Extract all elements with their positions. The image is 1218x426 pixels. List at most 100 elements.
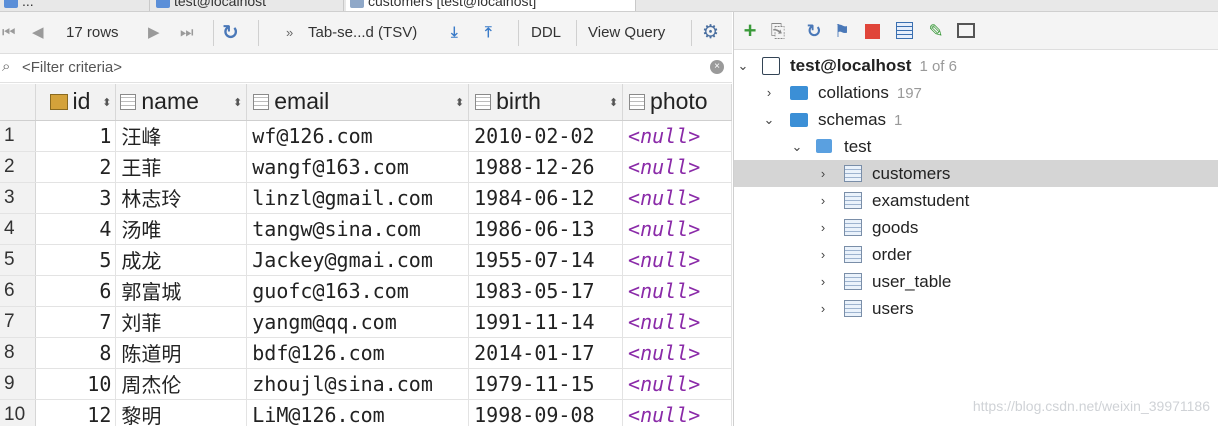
chevron-right-icon[interactable]: › <box>816 187 830 214</box>
cell-birth[interactable]: 1998-09-08 <box>468 399 624 426</box>
cell-email[interactable]: wf@126.com <box>246 120 470 152</box>
cell-id[interactable]: 8 <box>35 337 117 369</box>
cell-birth[interactable]: 2010-02-02 <box>468 120 624 152</box>
cell-id[interactable]: 3 <box>35 182 117 214</box>
refresh-icon[interactable]: ↻ <box>804 21 824 41</box>
tree-item-table[interactable]: › customers <box>734 160 1218 187</box>
cell-id[interactable]: 6 <box>35 275 117 307</box>
filter-input[interactable]: <Filter criteria> <box>22 59 122 76</box>
cell-email[interactable]: tangw@sina.com <box>246 213 470 245</box>
cell-email[interactable]: linzl@gmail.com <box>246 182 470 214</box>
table-row[interactable]: 7 7 刘菲 yangm@qq.com 1991-11-14 <null> <box>0 306 732 338</box>
cell-birth[interactable]: 1955-07-14 <box>468 244 624 276</box>
cell-photo[interactable]: <null> <box>622 399 732 426</box>
first-page-icon[interactable]: ⏮ <box>2 21 16 45</box>
column-header-email[interactable]: email ⬍ <box>246 84 470 121</box>
cell-id[interactable]: 1 <box>35 120 117 152</box>
cell-name[interactable]: 刘菲 <box>115 306 248 338</box>
table-row[interactable]: 1 1 汪峰 wf@126.com 2010-02-02 <null> <box>0 120 732 152</box>
clear-filter-icon[interactable]: × <box>710 60 724 74</box>
export-format-select[interactable]: Tab-se...d (TSV) <box>308 21 417 45</box>
schema-settings-icon[interactable]: ⚑ <box>832 21 852 41</box>
tree-item-schema-test[interactable]: ⌄ test <box>734 133 1218 160</box>
row-count[interactable]: 17 rows <box>66 21 119 45</box>
editor-tab[interactable]: test@localhost <box>152 0 344 11</box>
column-header-photo[interactable]: photo <box>622 84 732 121</box>
edit-icon[interactable]: ✎ <box>926 21 946 41</box>
add-icon[interactable]: + <box>740 20 760 42</box>
tree-item-table[interactable]: › goods <box>734 214 1218 241</box>
cell-id[interactable]: 7 <box>35 306 117 338</box>
cell-email[interactable]: LiM@126.com <box>246 399 470 426</box>
cell-photo[interactable]: <null> <box>622 306 732 338</box>
chevron-down-icon[interactable]: ⌄ <box>736 52 750 79</box>
table-row[interactable]: 8 8 陈道明 bdf@126.com 2014-01-17 <null> <box>0 337 732 369</box>
cell-email[interactable]: guofc@163.com <box>246 275 470 307</box>
stop-icon[interactable] <box>862 21 882 41</box>
cell-email[interactable]: yangm@qq.com <box>246 306 470 338</box>
cell-photo[interactable]: <null> <box>622 151 732 183</box>
chevron-down-icon[interactable]: ⌄ <box>762 106 776 133</box>
chevron-right-icon[interactable]: › <box>816 241 830 268</box>
tree-item-table[interactable]: › order <box>734 241 1218 268</box>
table-row[interactable]: 6 6 郭富城 guofc@163.com 1983-05-17 <null> <box>0 275 732 307</box>
column-header-id[interactable]: id ⬍ <box>35 84 117 121</box>
cell-photo[interactable]: <null> <box>622 213 732 245</box>
cell-photo[interactable]: <null> <box>622 368 732 400</box>
cell-photo[interactable]: <null> <box>622 120 732 152</box>
cell-name[interactable]: 林志玲 <box>115 182 248 214</box>
sort-icon[interactable]: ⬍ <box>233 96 242 109</box>
cell-photo[interactable]: <null> <box>622 337 732 369</box>
chevron-right-icon[interactable]: › <box>816 214 830 241</box>
tree-item-collations[interactable]: › collations 197 <box>734 79 1218 106</box>
table-row[interactable]: 4 4 汤唯 tangw@sina.com 1986-06-13 <null> <box>0 213 732 245</box>
cell-birth[interactable]: 1983-05-17 <box>468 275 624 307</box>
prev-page-icon[interactable]: ◀ <box>32 21 44 45</box>
sort-icon[interactable]: ⬍ <box>609 96 618 109</box>
last-page-icon[interactable]: ⏭ <box>180 21 194 45</box>
chevron-right-icon[interactable]: › <box>816 268 830 295</box>
cell-id[interactable]: 4 <box>35 213 117 245</box>
view-query-button[interactable]: View Query <box>588 21 665 45</box>
console-icon[interactable] <box>956 20 976 40</box>
tree-item-host[interactable]: ⌄ test@localhost 1 of 6 <box>734 52 1218 79</box>
cell-id[interactable]: 2 <box>35 151 117 183</box>
cell-birth[interactable]: 1988-12-26 <box>468 151 624 183</box>
cell-name[interactable]: 成龙 <box>115 244 248 276</box>
cell-id[interactable]: 10 <box>35 368 117 400</box>
next-page-icon[interactable]: ▶ <box>148 21 160 45</box>
cell-birth[interactable]: 1984-06-12 <box>468 182 624 214</box>
sort-icon[interactable]: ⬍ <box>102 96 111 109</box>
cell-name[interactable]: 汤唯 <box>115 213 248 245</box>
table-row[interactable]: 9 10 周杰伦 zhoujl@sina.com 1979-11-15 <null> <box>0 368 732 400</box>
chevron-right-icon[interactable]: › <box>762 79 776 106</box>
column-header-name[interactable]: name ⬍ <box>115 84 248 121</box>
cell-birth[interactable]: 1979-11-15 <box>468 368 624 400</box>
cell-id[interactable]: 5 <box>35 244 117 276</box>
ddl-button[interactable]: DDL <box>531 21 561 45</box>
table-row[interactable]: 10 12 黎明 LiM@126.com 1998-09-08 <null> <box>0 399 732 426</box>
cell-email[interactable]: wangf@163.com <box>246 151 470 183</box>
cell-email[interactable]: zhoujl@sina.com <box>246 368 470 400</box>
tree-item-table[interactable]: › users <box>734 295 1218 322</box>
tree-item-table[interactable]: › user_table <box>734 268 1218 295</box>
cell-birth[interactable]: 1986-06-13 <box>468 213 624 245</box>
cell-birth[interactable]: 2014-01-17 <box>468 337 624 369</box>
cell-email[interactable]: Jackey@gmai.com <box>246 244 470 276</box>
table-row[interactable]: 3 3 林志玲 linzl@gmail.com 1984-06-12 <null> <box>0 182 732 214</box>
upload-icon[interactable]: ⤒ <box>485 21 492 45</box>
reload-icon[interactable]: ↻ <box>222 21 239 45</box>
chevron-right-icon[interactable]: › <box>816 295 830 322</box>
download-icon[interactable]: ⤓ <box>451 21 458 45</box>
cell-id[interactable]: 12 <box>35 399 117 426</box>
table-icon[interactable] <box>894 20 914 40</box>
cell-name[interactable]: 陈道明 <box>115 337 248 369</box>
cell-name[interactable]: 周杰伦 <box>115 368 248 400</box>
cell-email[interactable]: bdf@126.com <box>246 337 470 369</box>
sort-icon[interactable]: ⬍ <box>455 96 464 109</box>
cell-name[interactable]: 郭富城 <box>115 275 248 307</box>
gear-icon[interactable]: ⚙ <box>702 21 719 45</box>
chevron-down-icon[interactable]: ⌄ <box>790 133 804 160</box>
copy-icon[interactable]: ⎘ <box>768 21 788 41</box>
cell-name[interactable]: 王菲 <box>115 151 248 183</box>
